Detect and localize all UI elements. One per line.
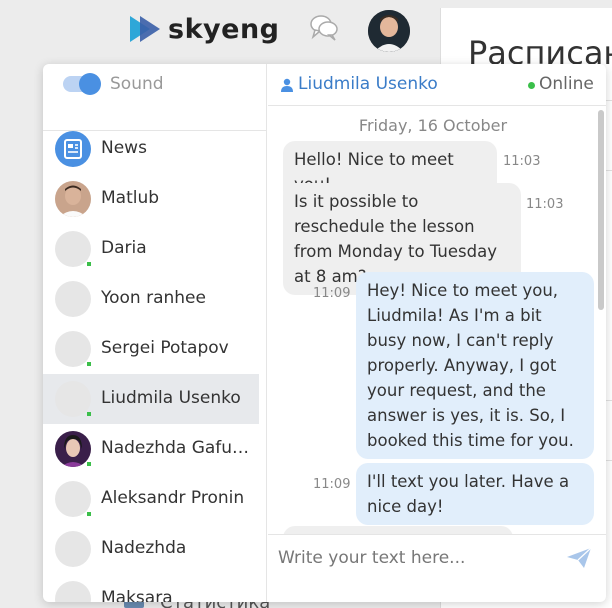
contact-yoon-ranhee[interactable]: Yoon ranhee <box>43 274 267 324</box>
message-list[interactable]: Friday, 16 October Hello! Nice to meet y… <box>268 106 606 534</box>
chat-user-name[interactable]: Liudmila Usenko <box>298 74 438 94</box>
online-status: Online <box>539 74 594 94</box>
chat-popup: Sound News Matlub Daria Yoon ranhee Serg… <box>43 64 606 602</box>
avatar <box>55 331 91 367</box>
contact-name: Yoon ranhee <box>101 288 206 308</box>
avatar <box>55 281 91 317</box>
contact-news[interactable]: News <box>43 124 267 174</box>
profile-avatar[interactable] <box>368 10 410 52</box>
contact-name: Nadezhda <box>101 538 187 558</box>
avatar <box>55 381 91 417</box>
online-status-dot <box>528 82 535 89</box>
contact-name: Daria <box>101 238 147 258</box>
logo-text: skyeng <box>168 13 280 45</box>
toggle-knob <box>79 73 101 95</box>
chat-bubbles-icon[interactable] <box>308 12 340 44</box>
sound-toggle[interactable] <box>63 73 101 95</box>
user-icon <box>281 78 293 92</box>
contact-matlub[interactable]: Matlub <box>43 174 267 224</box>
online-indicator <box>87 262 91 266</box>
contacts-panel: Sound News Matlub Daria Yoon ranhee Serg… <box>43 64 267 602</box>
online-indicator <box>87 412 91 416</box>
contact-name: Matlub <box>101 188 160 208</box>
news-icon <box>55 131 91 167</box>
message-input[interactable] <box>278 545 548 571</box>
contact-sergei-potapov[interactable]: Sergei Potapov <box>43 324 267 374</box>
contact-nadezhda-gafu[interactable]: Nadezhda Gafu… <box>43 424 267 474</box>
contact-daria[interactable]: Daria <box>43 224 267 274</box>
message-time: 11:09 <box>313 286 351 301</box>
send-icon[interactable] <box>566 547 592 569</box>
contact-name: Liudmila Usenko <box>101 388 241 408</box>
date-separator: Friday, 16 October <box>358 116 508 135</box>
contact-name: Maksara <box>101 588 173 602</box>
contact-nadezhda[interactable]: Nadezhda <box>43 524 267 574</box>
online-indicator <box>87 362 91 366</box>
conversation-panel: Liudmila Usenko Online Friday, 16 Octobe… <box>268 64 606 602</box>
avatar <box>55 431 91 467</box>
sound-label: Sound <box>110 74 164 94</box>
scrollbar[interactable] <box>598 110 604 310</box>
avatar <box>55 231 91 267</box>
contact-name: Nadezhda Gafu… <box>101 438 250 458</box>
contact-name: Sergei Potapov <box>101 338 229 358</box>
contact-name: Aleksandr Pronin <box>101 488 245 508</box>
avatar <box>55 481 91 517</box>
contact-maksara[interactable]: Maksara <box>43 574 267 602</box>
message-bubble: I'll text you later. Have a nice day! <box>356 463 594 525</box>
message-time: 11:03 <box>526 197 564 212</box>
message-bubble-partial <box>283 526 513 534</box>
online-indicator <box>87 462 91 466</box>
sound-row: Sound <box>43 64 266 131</box>
contact-aleksandr-pronin[interactable]: Aleksandr Pronin <box>43 474 267 524</box>
avatar <box>55 531 91 567</box>
message-time: 11:03 <box>503 154 541 169</box>
logo-icon <box>130 16 160 42</box>
online-indicator <box>87 512 91 516</box>
avatar-photo <box>368 10 410 52</box>
skyeng-logo[interactable]: skyeng <box>128 12 280 46</box>
contact-liudmila-usenko[interactable]: Liudmila Usenko <box>43 374 259 424</box>
message-time: 11:09 <box>313 477 351 492</box>
avatar <box>55 181 91 217</box>
message-bubble: Hey! Nice to meet you, Liudmila! As I'm … <box>356 272 594 459</box>
avatar <box>55 581 91 602</box>
contact-name: News <box>101 138 147 158</box>
contact-list: News Matlub Daria Yoon ranhee Sergei Pot… <box>43 124 267 602</box>
chat-header: Liudmila Usenko Online <box>268 64 606 106</box>
message-composer <box>268 534 606 602</box>
